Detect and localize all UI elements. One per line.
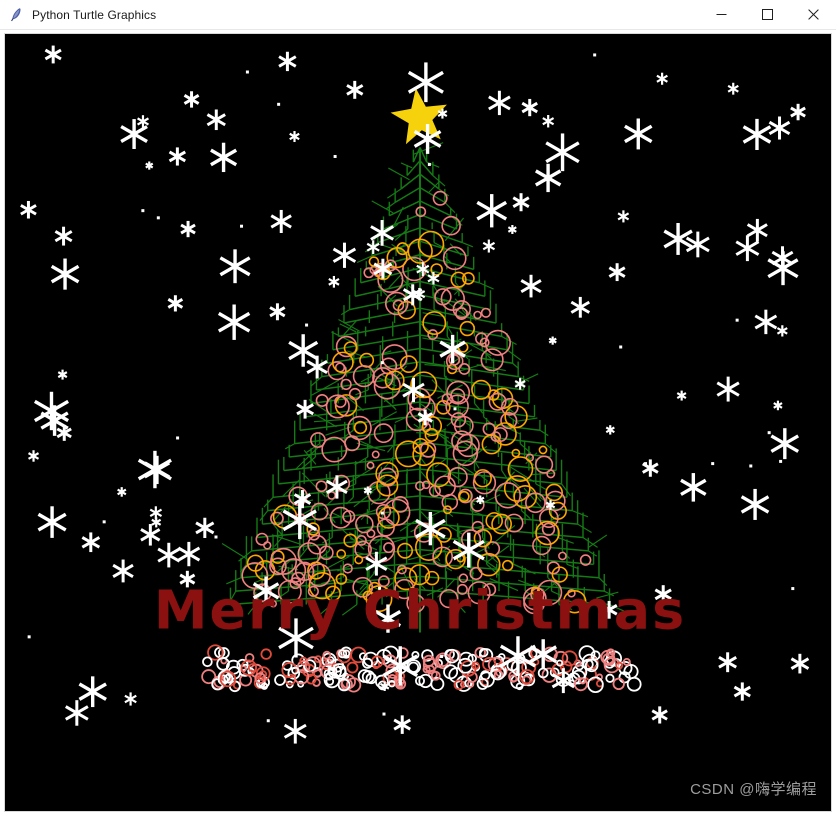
window-title: Python Turtle Graphics bbox=[32, 7, 157, 22]
greeting-text: Merry Christmas bbox=[154, 578, 686, 641]
turtle-drawing-canvas[interactable]: Merry Christmas CSDN @嗨学编程 bbox=[4, 33, 832, 812]
close-icon bbox=[807, 9, 819, 20]
maximize-button[interactable] bbox=[744, 0, 790, 30]
christmas-scene: Merry Christmas bbox=[20, 45, 810, 744]
python-turtle-window: Python Turtle Graphics Merry Christmas C… bbox=[0, 0, 836, 816]
minimize-button[interactable] bbox=[698, 0, 744, 30]
window-controls bbox=[698, 0, 836, 30]
ground-circles bbox=[201, 644, 642, 694]
maximize-icon bbox=[761, 9, 773, 20]
title-bar: Python Turtle Graphics bbox=[0, 0, 836, 30]
minimize-icon bbox=[716, 14, 726, 15]
python-feather-icon bbox=[11, 7, 21, 21]
close-button[interactable] bbox=[790, 0, 836, 30]
